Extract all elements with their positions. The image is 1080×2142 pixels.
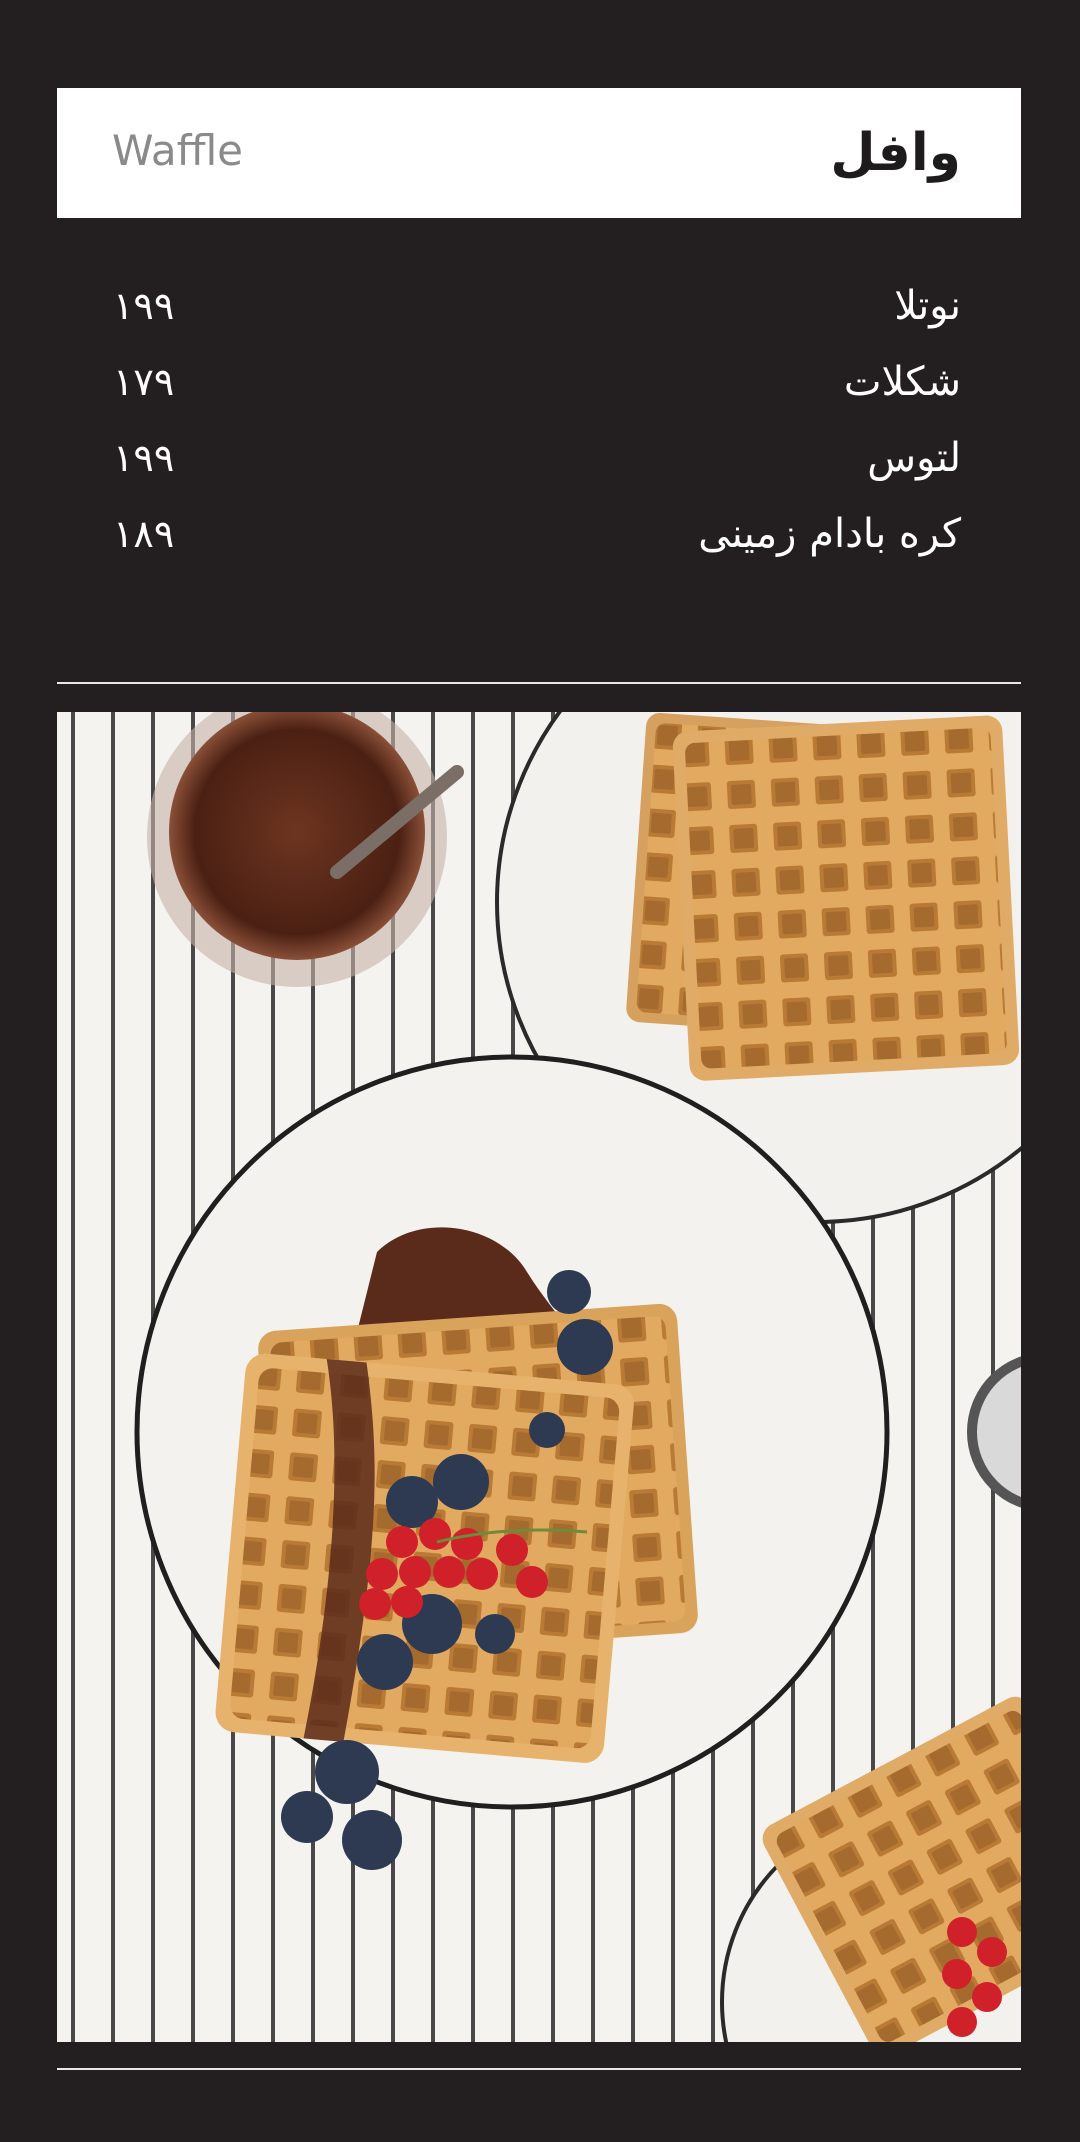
menu-item-price: ۱۷۹ [113,360,175,404]
menu-item-price: ۱۸۹ [113,512,175,556]
divider-top [57,682,1021,684]
menu-item-price: ۱۹۹ [113,284,175,328]
waffle-photo [57,712,1021,2042]
menu-item-nutella[interactable]: نوتلا ۱۹۹ [57,268,1021,344]
category-header: وافل Waffle [57,88,1021,218]
menu-list: نوتلا ۱۹۹ شکلات ۱۷۹ لتوس ۱۹۹ کره بادام ز… [57,268,1021,572]
category-subtitle: Waffle [112,126,244,175]
menu-page: وافل Waffle نوتلا ۱۹۹ شکلات ۱۷۹ لتوس ۱۹۹… [0,0,1080,2142]
menu-item-name: لتوس [867,435,961,481]
menu-item-name: نوتلا [894,283,961,329]
menu-item-name: شکلات [843,359,961,405]
menu-item-lotus[interactable]: لتوس ۱۹۹ [57,420,1021,496]
menu-item-peanut-butter[interactable]: کره بادام زمینی ۱۸۹ [57,496,1021,572]
category-title: وافل [830,123,961,183]
waffle-photo-illustration [57,712,1021,2042]
menu-item-chocolate[interactable]: شکلات ۱۷۹ [57,344,1021,420]
menu-item-price: ۱۹۹ [113,436,175,480]
menu-item-name: کره بادام زمینی [698,511,961,557]
divider-bottom [57,2068,1021,2070]
